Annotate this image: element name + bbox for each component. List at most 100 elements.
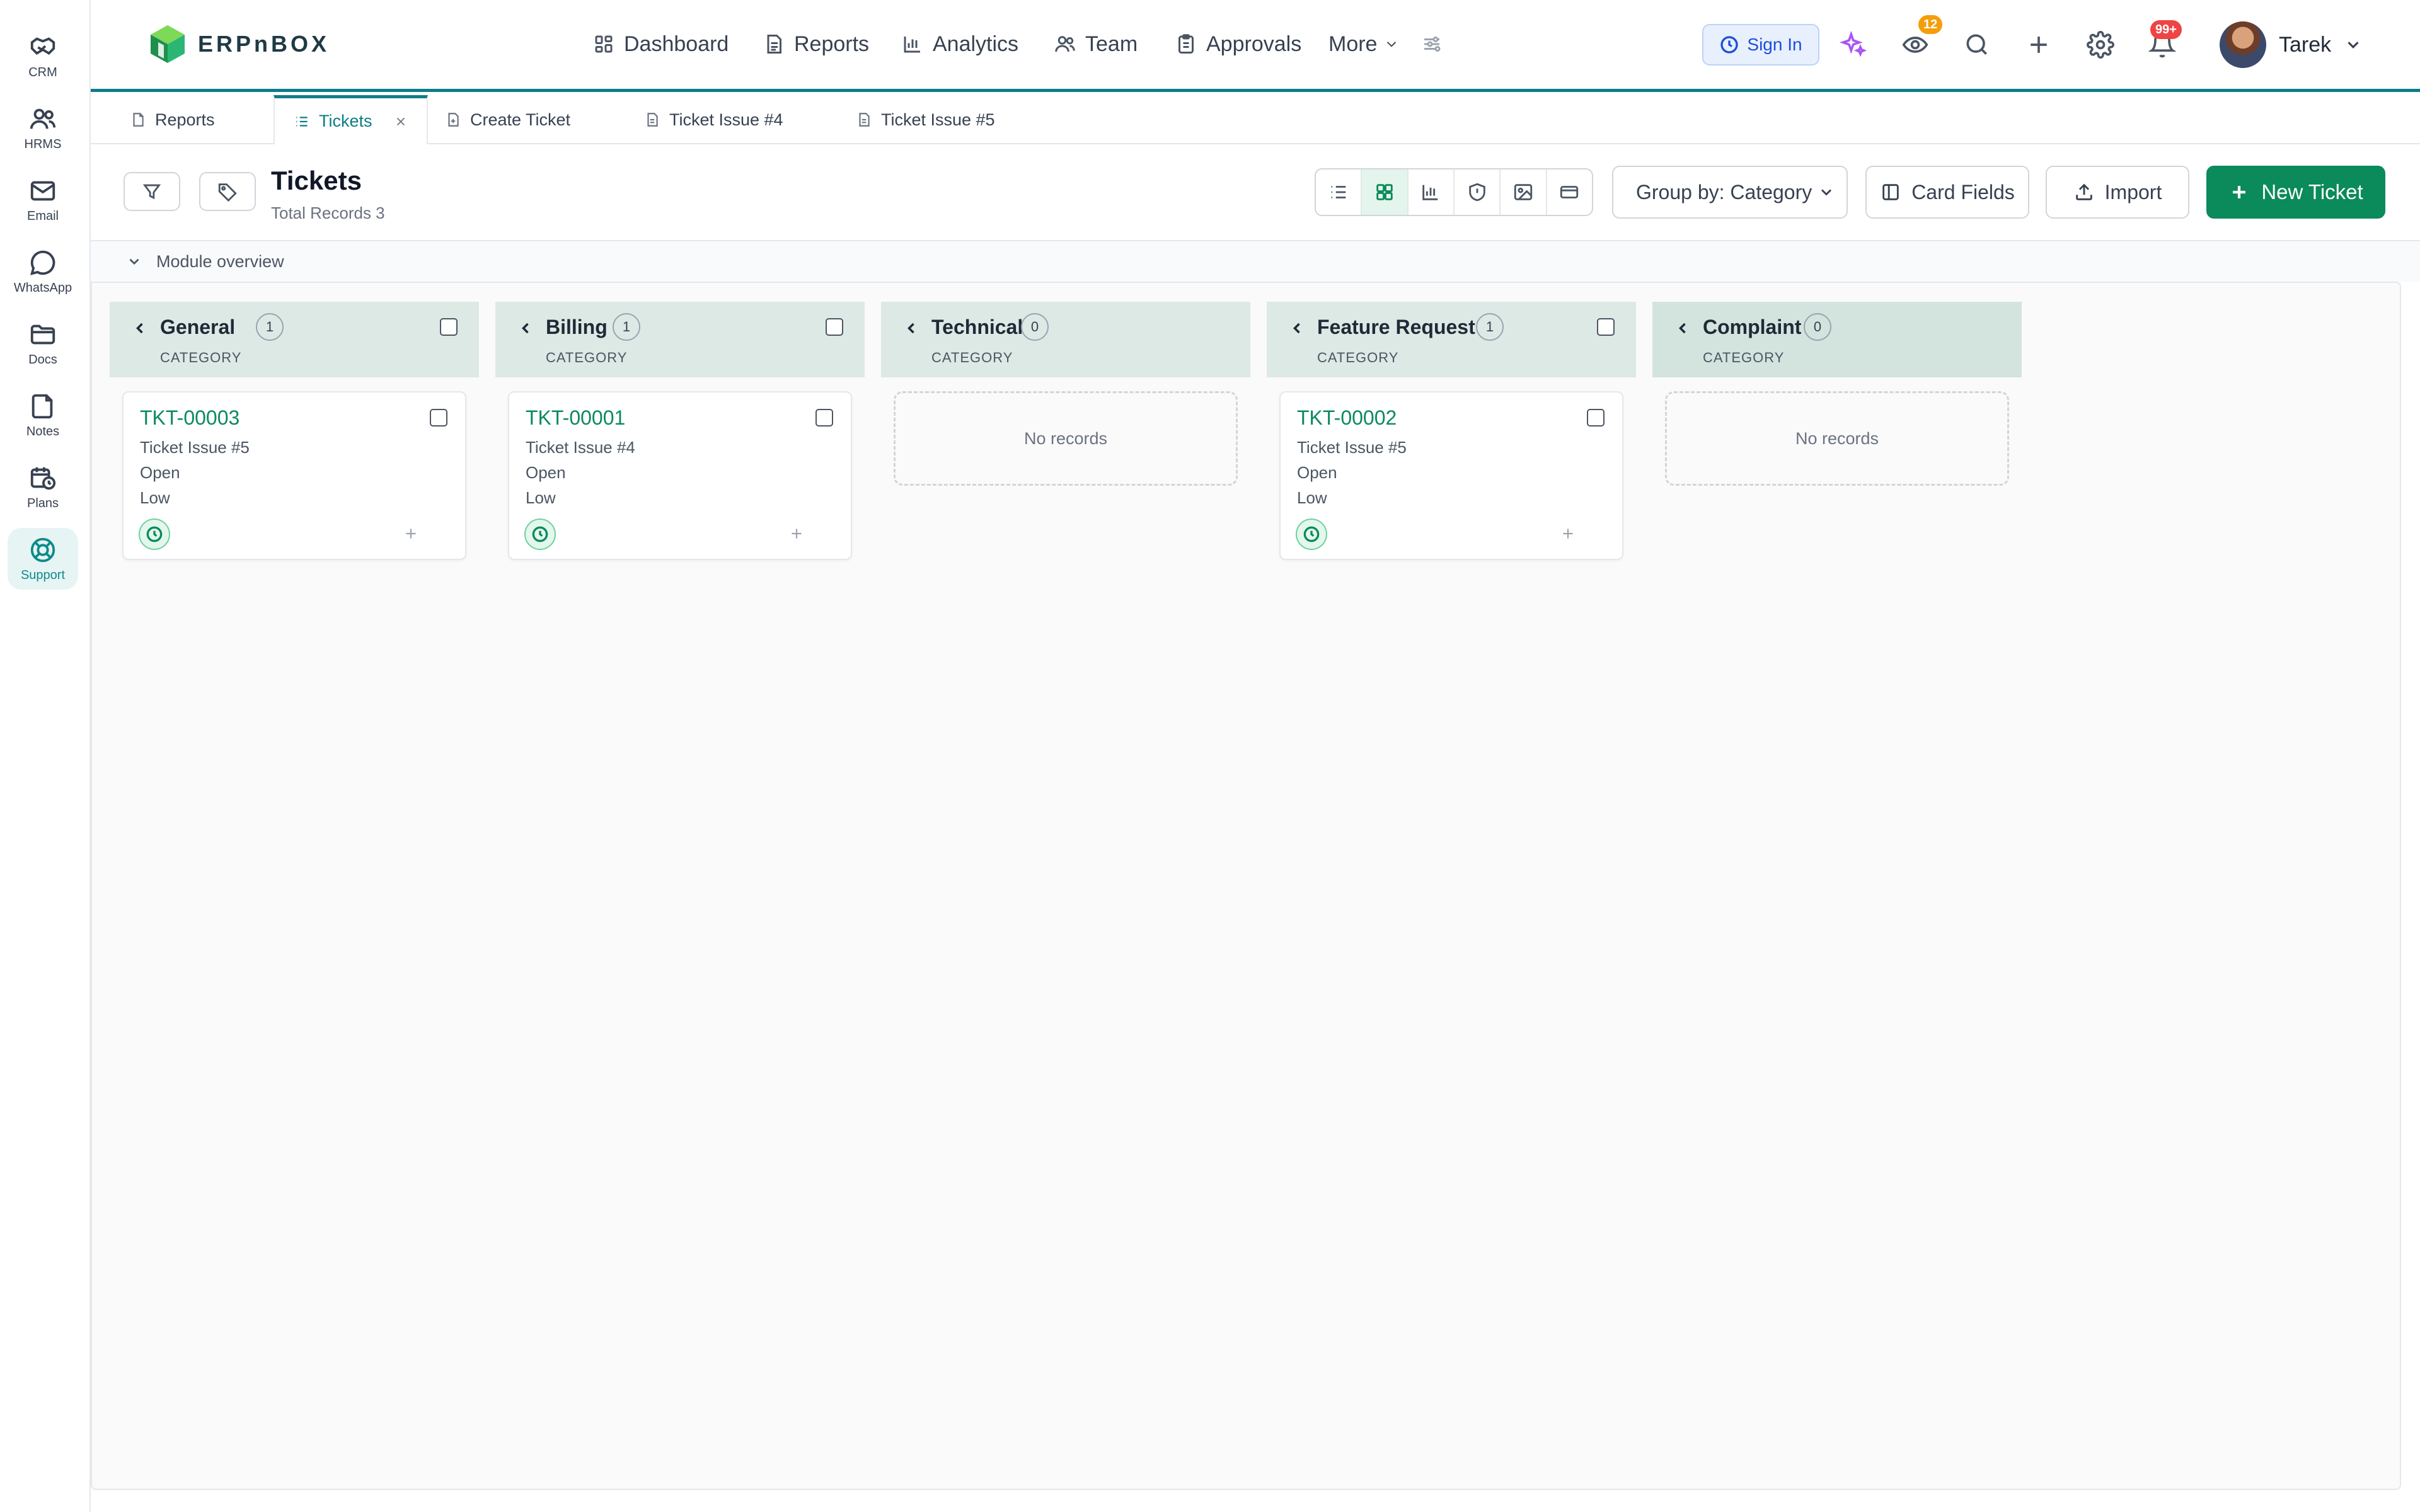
add-card-plus-icon[interactable]: [1555, 521, 1581, 546]
nav-more[interactable]: More: [1328, 28, 1400, 60]
shield-view-button[interactable]: [1455, 169, 1501, 215]
module-overview-label: Module overview: [156, 251, 284, 271]
ticket-card[interactable]: TKT-00002 Ticket Issue #5 Open Low: [1279, 391, 1623, 560]
tab-label: Reports: [155, 110, 215, 129]
nav-label: Dashboard: [624, 32, 729, 56]
clock-icon[interactable]: [524, 518, 556, 550]
column-subtitle: CATEGORY: [546, 350, 628, 365]
sidebar-item-whatsapp[interactable]: WhatsApp: [8, 241, 78, 302]
clipboard-icon: [1175, 33, 1197, 55]
column-subtitle: CATEGORY: [1317, 350, 1399, 365]
column-title: General: [160, 316, 236, 338]
group-by-select[interactable]: Group by: Category: [1612, 166, 1848, 219]
tab-tickets[interactable]: Tickets: [274, 95, 428, 144]
tab-reports[interactable]: Reports: [130, 95, 215, 144]
document-icon: [130, 112, 146, 128]
chevron-left-icon[interactable]: [1674, 319, 1691, 337]
nav-team[interactable]: Team: [1054, 28, 1138, 60]
chevron-left-icon[interactable]: [902, 319, 920, 337]
kanban-view-button[interactable]: [1362, 169, 1409, 215]
handshake-icon: [28, 33, 57, 62]
nav-approvals[interactable]: Approvals: [1175, 28, 1301, 60]
column-count: 1: [1476, 313, 1504, 341]
ticket-subject: Ticket Issue #5: [1297, 438, 1407, 457]
nav-analytics[interactable]: Analytics: [901, 28, 1018, 60]
tab-ticket-issue-5[interactable]: Ticket Issue #5: [856, 95, 995, 144]
document-icon: [763, 33, 785, 55]
chevron-down-icon: [126, 253, 142, 270]
column-select-checkbox[interactable]: [440, 318, 458, 336]
nav-reports[interactable]: Reports: [763, 28, 869, 60]
empty-column-placeholder: No records: [894, 391, 1238, 486]
column-title: Complaint: [1703, 316, 1802, 338]
card-view-button[interactable]: [1547, 169, 1592, 215]
new-ticket-button[interactable]: New Ticket: [2206, 166, 2385, 219]
sidebar-item-hrms[interactable]: HRMS: [8, 97, 78, 159]
ticket-status: Open: [1297, 463, 1337, 482]
clock-icon[interactable]: [1296, 518, 1327, 550]
clock-icon[interactable]: [139, 518, 170, 550]
column-count: 0: [1804, 313, 1831, 341]
card-fields-button[interactable]: Card Fields: [1865, 166, 2029, 219]
close-icon[interactable]: [394, 115, 408, 129]
list-view-button[interactable]: [1316, 169, 1363, 215]
search-button[interactable]: [1960, 28, 1994, 62]
ai-sparkle-button[interactable]: [1836, 28, 1870, 62]
filter-button[interactable]: [124, 172, 180, 211]
ticket-id-link[interactable]: TKT-00003: [140, 406, 239, 430]
column-header: Technical 0 CATEGORY: [881, 302, 1250, 377]
view-switcher: [1315, 168, 1593, 216]
tag-button[interactable]: [199, 172, 256, 211]
chat-bubble-icon: [28, 248, 57, 277]
chevron-left-icon[interactable]: [1288, 319, 1306, 337]
gallery-view-button[interactable]: [1501, 169, 1547, 215]
tab-ticket-issue-4[interactable]: Ticket Issue #4: [644, 95, 783, 144]
card-select-checkbox[interactable]: [815, 409, 833, 427]
add-card-plus-icon[interactable]: [784, 521, 809, 546]
nav-label: Team: [1085, 32, 1138, 56]
tab-label: Ticket Issue #4: [669, 110, 783, 129]
column-select-checkbox[interactable]: [826, 318, 843, 336]
ticket-id-link[interactable]: TKT-00001: [526, 406, 625, 430]
kanban-column-billing: Billing 1 CATEGORY TKT-00001 Ticket Issu…: [495, 302, 865, 560]
columns-icon: [1880, 181, 1901, 203]
chart-view-button[interactable]: [1409, 169, 1455, 215]
sign-in-button[interactable]: Sign In: [1702, 24, 1819, 66]
chevron-left-icon[interactable]: [517, 319, 534, 337]
ticket-card[interactable]: TKT-00001 Ticket Issue #4 Open Low: [508, 391, 852, 560]
user-name: Tarek: [2279, 32, 2332, 57]
tab-create-ticket[interactable]: Create Ticket: [445, 95, 570, 144]
add-card-plus-icon[interactable]: [398, 521, 424, 546]
settings-button[interactable]: [2083, 28, 2118, 62]
sliders-icon: [1420, 33, 1443, 55]
sidebar-item-notes[interactable]: Notes: [8, 384, 78, 446]
app-logo[interactable]: ERPnBOX: [145, 20, 330, 68]
ticket-id-link[interactable]: TKT-00002: [1297, 406, 1397, 430]
top-header: ERPnBOX Dashboard Reports Analytics Team…: [91, 0, 2420, 92]
sidebar-item-crm[interactable]: CRM: [8, 25, 78, 87]
kanban-board: General 1 CATEGORY TKT-00003 Ticket Issu…: [91, 282, 2401, 1490]
group-by-value: Group by: Category: [1636, 180, 1812, 203]
app-sidebar: CRM HRMS Email WhatsApp Docs Notes Plans…: [0, 0, 91, 1512]
sidebar-item-email[interactable]: Email: [8, 169, 78, 231]
user-menu[interactable]: Tarek: [2220, 20, 2363, 69]
bar-chart-icon: [901, 33, 924, 55]
sidebar-item-plans[interactable]: Plans: [8, 456, 78, 518]
sidebar-item-docs[interactable]: Docs: [8, 312, 78, 374]
eye-icon: [1901, 31, 1929, 59]
notifications-button[interactable]: 99+: [2145, 20, 2182, 62]
card-select-checkbox[interactable]: [430, 409, 447, 427]
gear-icon: [2087, 31, 2114, 59]
add-button[interactable]: [2022, 28, 2056, 62]
watch-button[interactable]: 12: [1898, 15, 1943, 62]
column-select-checkbox[interactable]: [1597, 318, 1615, 336]
module-overview-toggle[interactable]: Module overview: [91, 241, 2420, 282]
sidebar-item-support[interactable]: Support: [8, 528, 78, 590]
ticket-card[interactable]: TKT-00003 Ticket Issue #5 Open Low: [122, 391, 466, 560]
search-icon: [1963, 31, 1991, 59]
nav-dashboard[interactable]: Dashboard: [592, 28, 729, 60]
nav-customize-button[interactable]: [1420, 28, 1443, 60]
import-button[interactable]: Import: [2046, 166, 2189, 219]
chevron-left-icon[interactable]: [131, 319, 149, 337]
card-select-checkbox[interactable]: [1587, 409, 1605, 427]
